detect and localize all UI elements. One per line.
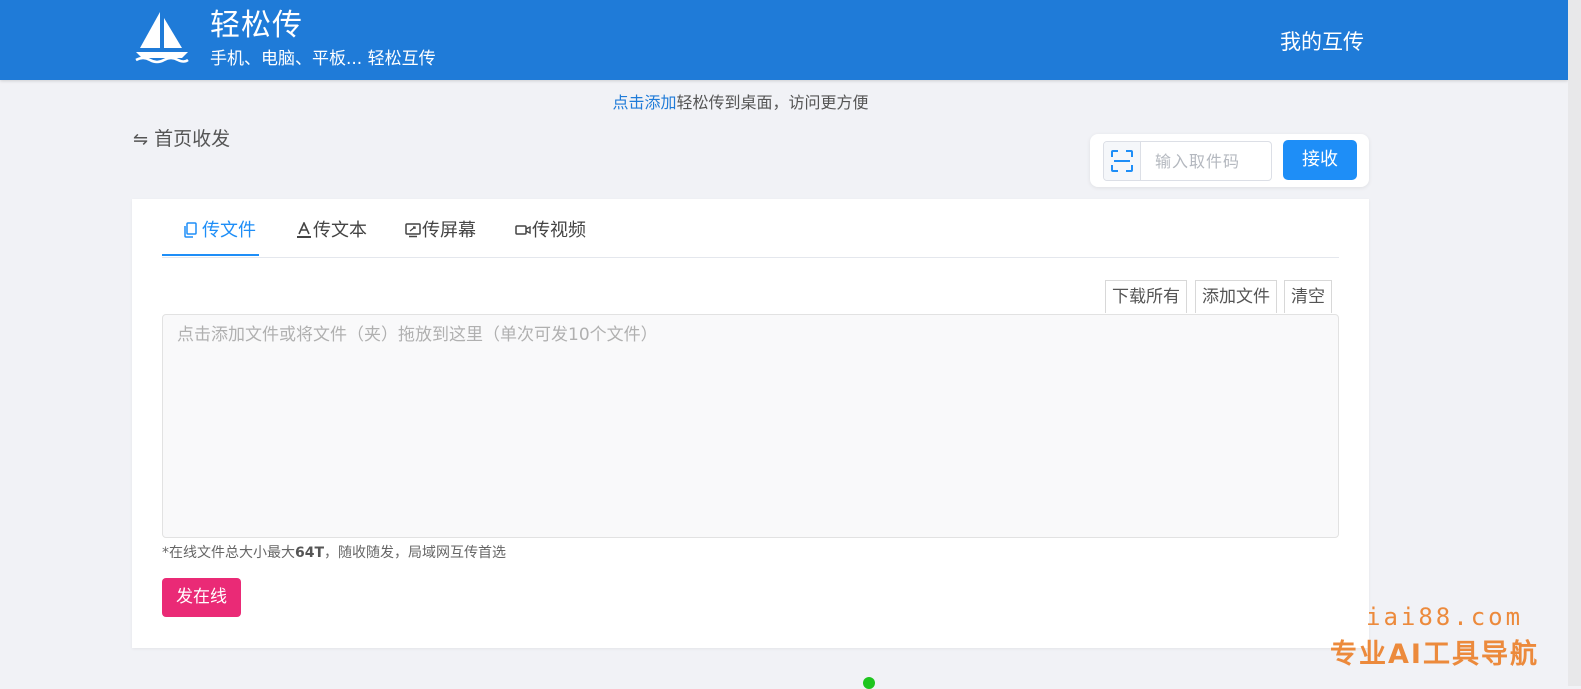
swap-arrows-icon: ⇋ (133, 129, 149, 150)
app-tagline: 手机、电脑、平板... 轻松互传 (210, 49, 436, 69)
tab-send-screen[interactable]: 传屏幕 (405, 218, 476, 244)
clear-button[interactable]: 清空 (1284, 280, 1332, 313)
watermark-subtitle: 专业AI工具导航 (1330, 639, 1539, 670)
download-all-button[interactable]: 下载所有 (1105, 280, 1187, 313)
watermark-url: iai88.com (1366, 603, 1524, 631)
tab-send-video-label: 传视频 (532, 220, 586, 241)
my-transfers-link[interactable]: 我的互传 (1280, 28, 1364, 56)
add-to-desktop-notice: 点击添加轻松传到桌面，访问更方便 (0, 92, 1481, 114)
receive-button[interactable]: 接收 (1283, 140, 1357, 180)
sailboat-icon[interactable] (134, 10, 190, 64)
pickup-code-input[interactable] (1141, 142, 1269, 180)
active-tab-indicator (162, 254, 259, 256)
tab-send-file-label: 传文件 (202, 220, 256, 241)
size-limit-note: *在线文件总大小最大64T，随收随发，局域网互传首选 (162, 543, 506, 563)
app-name[interactable]: 轻松传 (210, 8, 303, 44)
screen-share-icon (405, 223, 421, 238)
transfer-tabs: 传文件 传文本 传屏幕 传视频 (162, 199, 1339, 258)
tab-send-screen-label: 传屏幕 (422, 220, 476, 241)
note-prefix: *在线文件总大小最大 (162, 545, 295, 561)
text-a-icon (297, 222, 311, 238)
send-online-button[interactable]: 发在线 (162, 578, 241, 617)
note-suffix: ，随收随发，局域网互传首选 (324, 545, 507, 561)
tab-send-video[interactable]: 传视频 (515, 218, 586, 244)
add-to-desktop-link[interactable]: 点击添加 (612, 93, 676, 112)
page-title: ⇋ 首页收发 (133, 126, 230, 153)
notice-text: 轻松传到桌面，访问更方便 (676, 93, 869, 112)
file-dropzone[interactable]: 点击添加文件或将文件（夹）拖放到这里（单次可发10个文件） (162, 314, 1339, 538)
add-file-button[interactable]: 添加文件 (1195, 280, 1277, 313)
video-camera-icon (515, 225, 531, 235)
tab-send-file[interactable]: 传文件 (182, 218, 256, 244)
scan-icon[interactable] (1104, 142, 1141, 180)
transfer-card: 传文件 传文本 传屏幕 传视频 下载所有 添加文件 清空 点击添加文件或将文件（ (132, 199, 1369, 648)
dropzone-hint: 点击添加文件或将文件（夹）拖放到这里（单次可发10个文件） (177, 325, 658, 345)
pickup-code-group (1103, 141, 1272, 181)
note-size: 64T (295, 545, 325, 561)
status-dot (863, 677, 875, 689)
file-copy-icon (184, 222, 197, 238)
page-scrollbar[interactable] (1568, 0, 1581, 686)
receive-panel: 接收 (1090, 134, 1369, 187)
tab-send-text-label: 传文本 (313, 220, 367, 241)
tab-send-text[interactable]: 传文本 (296, 218, 367, 244)
top-header: 轻松传 手机、电脑、平板... 轻松互传 我的互传 (0, 0, 1568, 80)
page-title-text: 首页收发 (154, 128, 231, 150)
